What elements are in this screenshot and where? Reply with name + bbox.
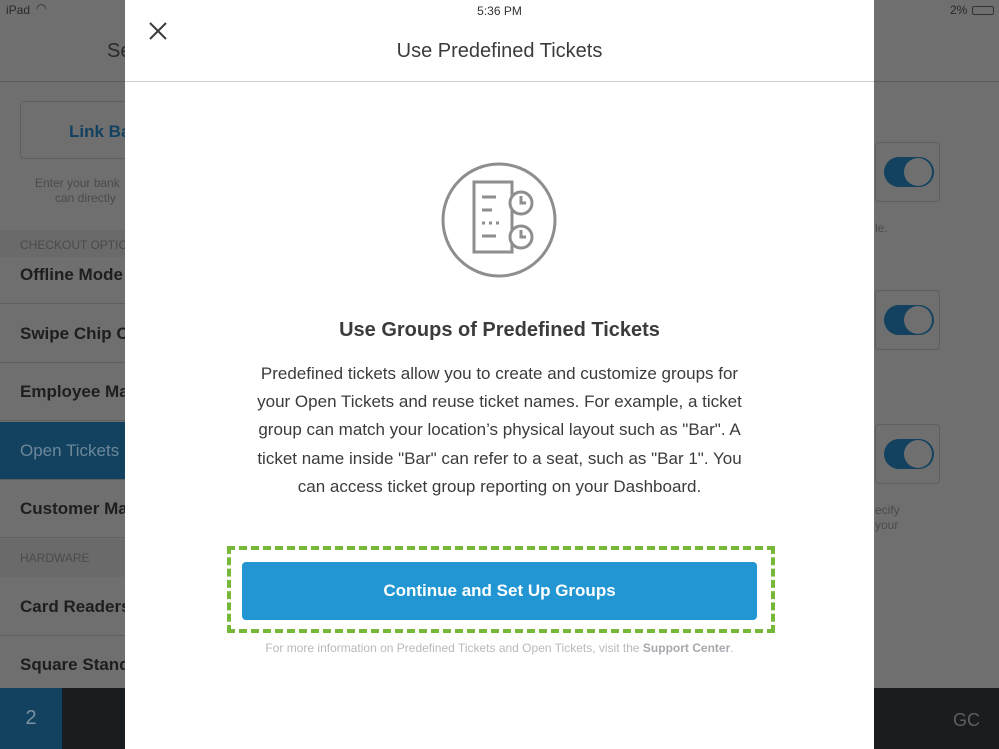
toggle[interactable] — [875, 290, 940, 350]
toggle[interactable] — [875, 424, 940, 484]
toggle[interactable] — [875, 142, 940, 202]
sidebar-item-employee[interactable]: Employee Ma — [0, 363, 130, 421]
setting-description: le. — [875, 221, 888, 235]
modal-description: Predefined tickets allow you to create a… — [257, 364, 742, 496]
hint-text: Enter your bank — [35, 176, 120, 190]
sidebar-item-open-tickets[interactable]: Open Tickets — [0, 422, 130, 480]
support-center-link[interactable]: Support Center — [643, 641, 730, 655]
predefined-tickets-icon — [441, 162, 557, 278]
wifi-icon: ◠ — [36, 1, 47, 15]
notification-badge[interactable]: 2 — [0, 688, 62, 749]
hint-text: can directly — [55, 191, 116, 205]
close-icon[interactable] — [147, 20, 169, 42]
device-label: iPad — [6, 3, 31, 17]
footer-note: For more information on Predefined Ticke… — [255, 641, 744, 656]
sidebar-item-swipe-chip[interactable]: Swipe Chip C — [0, 305, 130, 363]
modal-heading: Use Groups of Predefined Tickets — [339, 319, 660, 341]
battery-icon — [972, 6, 994, 15]
section-hardware: HARDWARE — [0, 539, 130, 577]
sidebar-item-customer[interactable]: Customer Ma — [0, 480, 130, 538]
continue-setup-groups-button[interactable]: Continue and Set Up Groups — [242, 562, 757, 620]
user-initials[interactable]: GC — [953, 710, 980, 731]
predefined-tickets-modal: 5:36 PM Use Predefined Tickets Use Group… — [125, 0, 874, 749]
sidebar-item-card-readers[interactable]: Card Readers — [0, 578, 130, 636]
sidebar-item-offline-mode[interactable]: Offline Mode — [0, 246, 130, 304]
sidebar-item-square-stand[interactable]: Square Stand — [0, 636, 130, 694]
battery-percent: 2% — [950, 3, 968, 17]
setting-description: ecify — [875, 503, 900, 517]
modal-title: Use Predefined Tickets — [396, 40, 603, 62]
footer-text: For more information on Predefined Ticke… — [265, 641, 643, 655]
status-time: 5:36 PM — [477, 4, 522, 18]
setting-description: your — [875, 518, 899, 532]
footer-end: . — [730, 641, 734, 655]
